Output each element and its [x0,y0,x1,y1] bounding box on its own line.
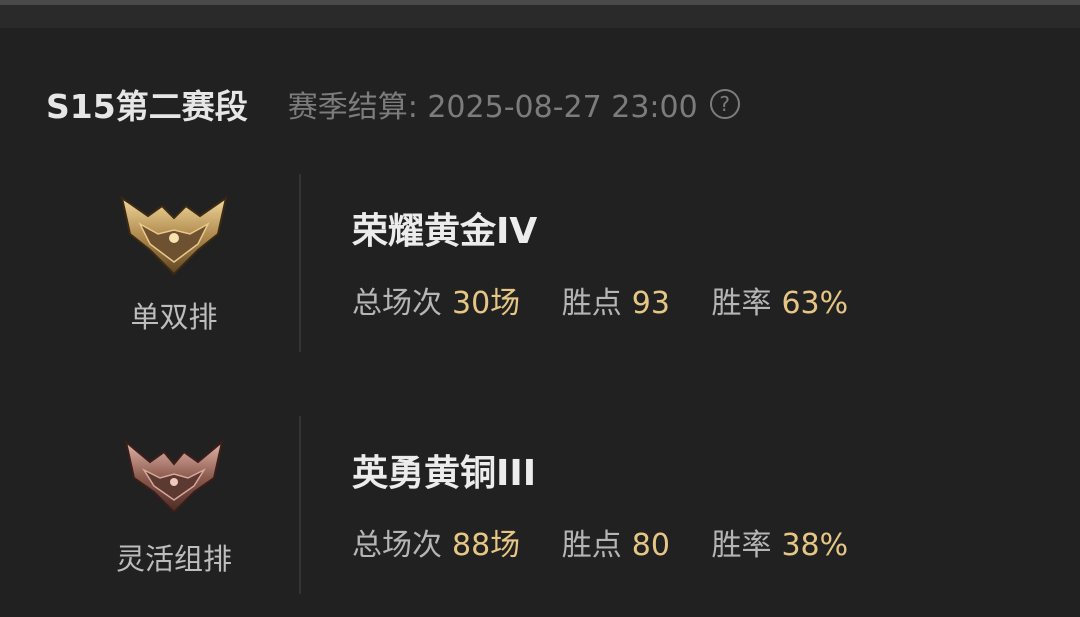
stat-value: 30场 [452,286,521,321]
stat-value: 38% [781,528,849,563]
season-title: S15第二赛段 [46,87,248,126]
season-settlement-time: 赛季结算: 2025-08-27 23:00 [287,90,698,125]
top-bar [0,0,1080,28]
queue-name: 单双排 [130,300,218,334]
queue-row-flex: 灵活组排 英勇黄铜III 总场次 88场 胜点 80 胜率 38% [0,416,1080,596]
ranked-panel: S15第二赛段 赛季结算: 2025-08-27 23:00 ? 单双排 荣耀黄… [0,28,1080,617]
queue-row-solo-duo: 单双排 荣耀黄金IV 总场次 30场 胜点 93 胜率 63% [0,174,1080,354]
rank-title: 荣耀黄金IV [352,211,538,252]
divider [299,174,301,352]
season-header: S15第二赛段 赛季结算: 2025-08-27 23:00 ? [46,80,740,128]
stats-line: 总场次 30场 胜点 93 胜率 63% [352,278,880,322]
stat-league-points: 胜点 80 [562,520,670,564]
queue-name: 灵活组排 [115,542,232,576]
stat-total-games: 总场次 88场 [352,520,520,564]
stat-value: 88场 [452,528,521,563]
stat-label: 胜率 [711,286,772,321]
question-circle-icon[interactable]: ? [709,89,740,119]
stat-value: 63% [781,286,849,321]
stat-win-rate: 胜率 38% [711,520,848,564]
bronze-emblem-icon [124,439,224,514]
stat-total-games: 总场次 30场 [352,278,520,322]
stat-label: 胜点 [561,286,622,321]
stats-line: 总场次 88场 胜点 80 胜率 38% [352,520,880,564]
gold-emblem-icon [120,195,228,276]
stat-label: 胜率 [711,528,772,563]
stat-value: 93 [631,286,670,321]
stat-label: 总场次 [352,286,442,321]
stat-value: 80 [631,528,670,563]
stat-win-rate: 胜率 63% [711,278,848,322]
rank-title: 英勇黄铜III [352,453,537,494]
stat-league-points: 胜点 93 [562,278,670,322]
stat-label: 总场次 [352,528,442,563]
stat-label: 胜点 [561,528,622,563]
divider [299,416,301,594]
